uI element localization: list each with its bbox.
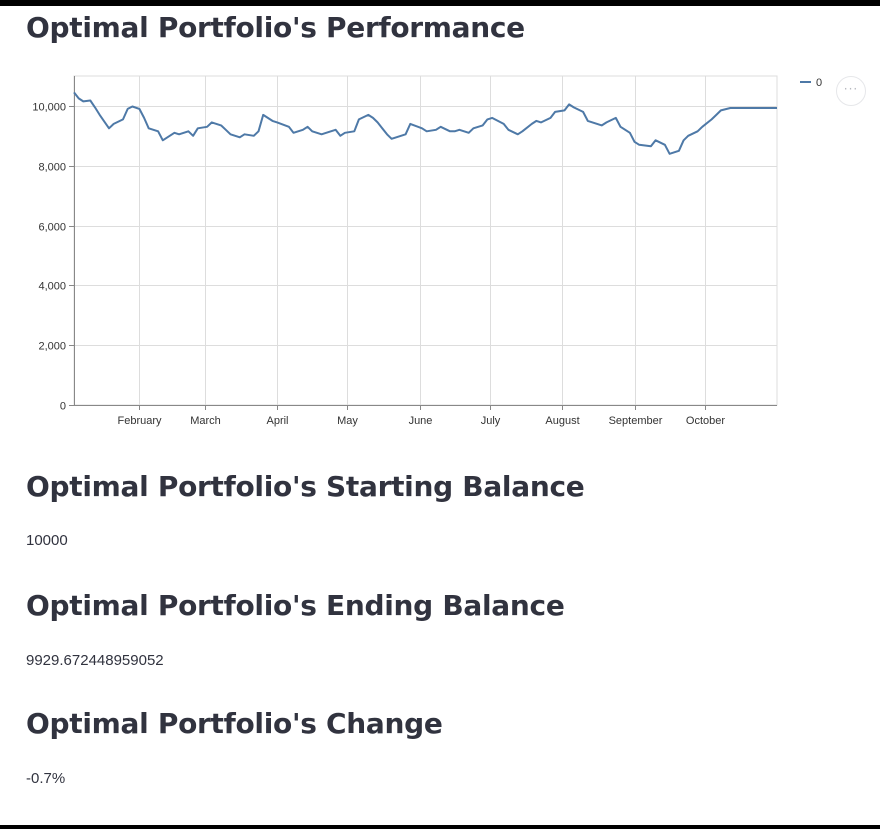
x-axis-ticks: February March April May June July August Septe… xyxy=(117,405,725,427)
chart-legend[interactable]: 0 xyxy=(800,77,822,89)
series-line-0[interactable] xyxy=(73,91,777,155)
change-heading: Optimal Portfolio's Change xyxy=(26,707,443,740)
y-tick-label: 0 xyxy=(60,401,66,413)
starting-balance-heading: Optimal Portfolio's Starting Balance xyxy=(26,470,585,503)
ending-balance-heading: Optimal Portfolio's Ending Balance xyxy=(26,589,565,622)
axes xyxy=(74,76,777,406)
x-tick-label: October xyxy=(686,415,725,427)
line-chart-svg[interactable]: 0 2,000 4,000 6,000 8,000 10,000 February Marc… xyxy=(0,64,880,434)
x-tick-label: March xyxy=(190,415,221,427)
y-tick-label: 6,000 xyxy=(38,222,66,234)
change-value: -0.7% xyxy=(26,770,66,787)
y-tick-label: 4,000 xyxy=(38,281,66,293)
legend-label[interactable]: 0 xyxy=(816,77,822,89)
grid-lines xyxy=(73,75,778,406)
series-lines[interactable] xyxy=(73,91,777,155)
x-tick-label: February xyxy=(117,415,162,427)
x-tick-label: September xyxy=(609,415,663,427)
y-tick-label: 10,000 xyxy=(32,102,66,114)
starting-balance-value: 10000 xyxy=(26,532,68,549)
performance-chart[interactable]: 0 2,000 4,000 6,000 8,000 10,000 February Marc… xyxy=(0,64,880,434)
y-tick-label: 8,000 xyxy=(38,162,66,174)
performance-heading: Optimal Portfolio's Performance xyxy=(26,11,525,44)
x-tick-label: July xyxy=(481,415,501,427)
x-tick-label: August xyxy=(545,415,579,427)
x-tick-label: April xyxy=(266,415,288,427)
y-tick-label: 2,000 xyxy=(38,341,66,353)
y-axis-ticks: 0 2,000 4,000 6,000 8,000 10,000 xyxy=(32,102,74,413)
chart-menu-button[interactable]: ··· xyxy=(836,76,866,106)
ending-balance-value: 9929.672448959052 xyxy=(26,652,164,669)
x-tick-label: May xyxy=(337,415,358,427)
app-container: Optimal Portfolio's Performance 0 2,000 4,… xyxy=(0,6,880,825)
x-tick-label: June xyxy=(409,415,433,427)
plot-frame xyxy=(73,75,778,406)
ellipsis-icon: ··· xyxy=(843,82,859,96)
